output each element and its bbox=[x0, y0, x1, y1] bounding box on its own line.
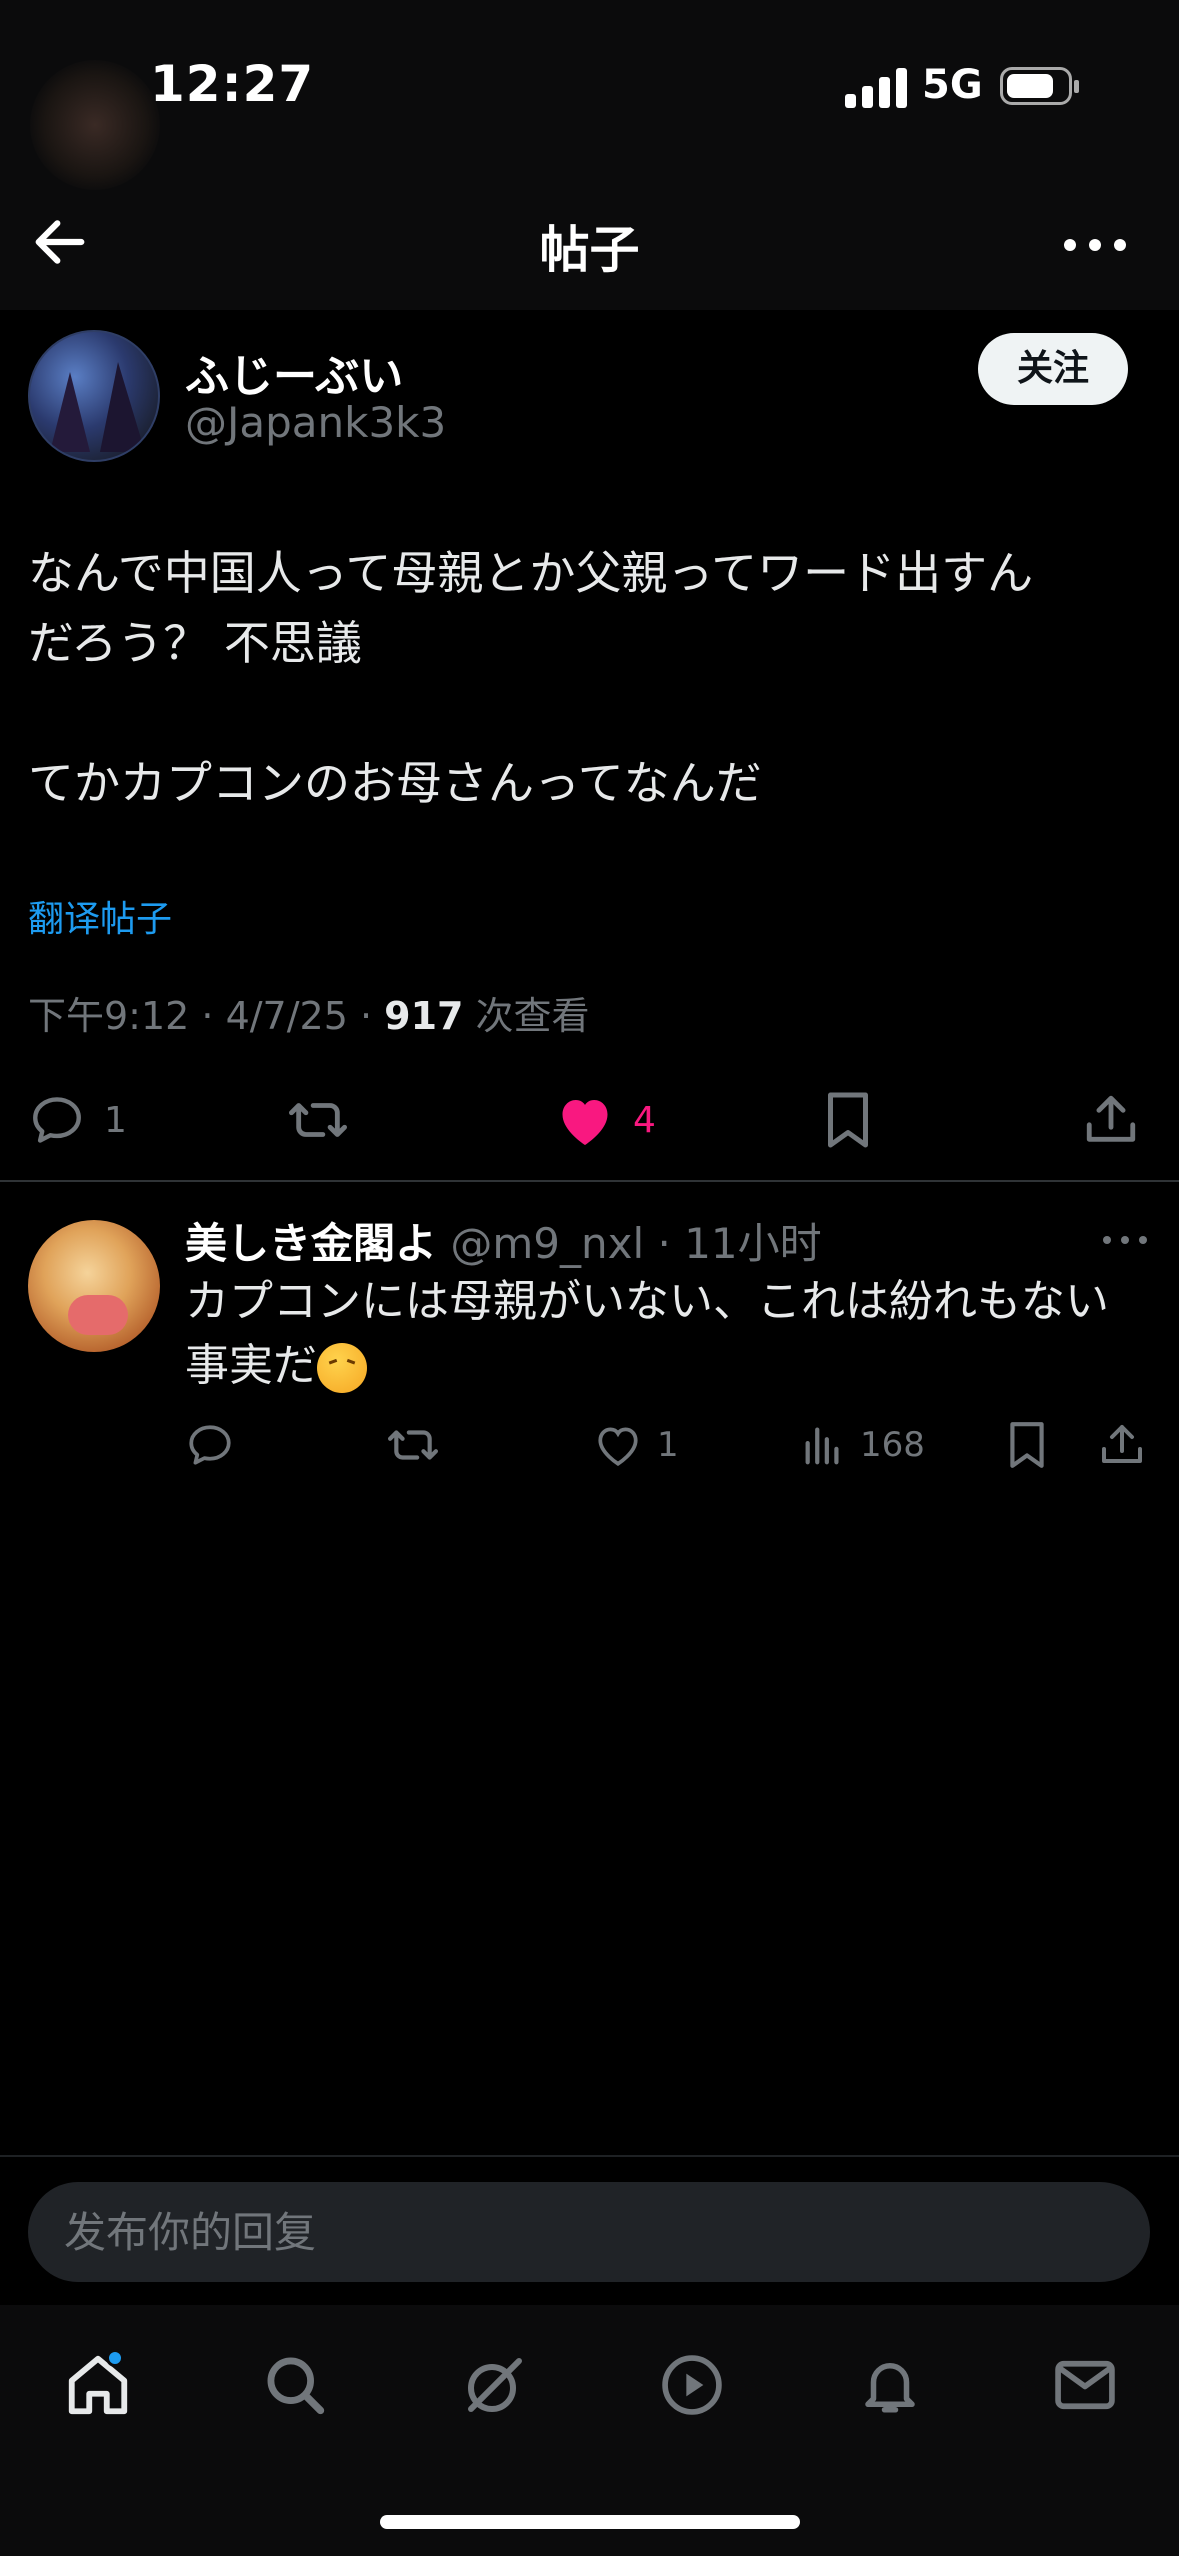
status-time: 12:27 bbox=[150, 55, 315, 113]
repost-icon bbox=[388, 1430, 438, 1460]
post-text-line: てかカプコンのお母さんってなんだ bbox=[28, 756, 762, 810]
author-handle[interactable]: @Japank3k3 bbox=[185, 398, 446, 447]
more-horizontal-icon bbox=[1064, 239, 1126, 251]
post-meta: 下午9:12 · 4/7/25 · 917 次查看 bbox=[28, 985, 590, 1040]
like-count: 4 bbox=[633, 1099, 656, 1141]
battery-icon bbox=[1000, 67, 1079, 105]
translate-post-link[interactable]: 翻译帖子 bbox=[28, 890, 172, 942]
grok-icon bbox=[468, 2358, 522, 2412]
persevering-face-emoji bbox=[317, 1343, 367, 1393]
author-name[interactable]: ふじーぶい bbox=[185, 340, 403, 404]
repost-button[interactable] bbox=[285, 1085, 351, 1155]
background-blur bbox=[30, 60, 160, 190]
author-avatar[interactable] bbox=[28, 330, 160, 462]
signal-icon bbox=[845, 68, 907, 108]
reply-header: 美しき金閣よ @m9_nxl · 11小时 bbox=[185, 1210, 822, 1271]
comment-icon bbox=[33, 1097, 81, 1143]
share-icon bbox=[1086, 1095, 1136, 1142]
follow-button[interactable]: 关注 bbox=[978, 333, 1128, 405]
reply-views-button[interactable]: 168 bbox=[800, 1415, 925, 1475]
nav-search[interactable] bbox=[255, 2345, 335, 2425]
home-indicator bbox=[380, 2515, 800, 2529]
post-text-line: だろう？ 不思議 bbox=[28, 616, 362, 670]
nav-notifications[interactable] bbox=[850, 2345, 930, 2425]
views-label[interactable]: 次查看 bbox=[463, 994, 590, 1038]
reply-like-button[interactable]: 1 bbox=[593, 1415, 679, 1475]
nav-video[interactable] bbox=[652, 2345, 732, 2425]
reply-text: カプコンには母親がいない、これは紛れもない事実だ bbox=[185, 1270, 1145, 1398]
reply-input[interactable] bbox=[28, 2182, 1150, 2282]
divider bbox=[0, 1180, 1179, 1182]
reply-count: 1 bbox=[104, 1099, 127, 1141]
reply-share-button[interactable] bbox=[1098, 1415, 1146, 1475]
nav-grok[interactable] bbox=[455, 2345, 535, 2425]
view-count: 917 bbox=[384, 994, 464, 1038]
post-actions: 1 4 bbox=[0, 1085, 1179, 1155]
like-button[interactable]: 4 bbox=[555, 1085, 656, 1155]
bell-icon bbox=[865, 2363, 915, 2413]
post-text-line: なんで中国人って母親とか父親ってワード出すん bbox=[28, 546, 1034, 600]
reply-actions: 1 168 bbox=[0, 1415, 1179, 1475]
top-bar: 12:27 5G 帖子 bbox=[0, 0, 1179, 310]
play-icon bbox=[662, 2355, 722, 2415]
reply-bookmark-button[interactable] bbox=[1005, 1415, 1049, 1475]
heart-icon bbox=[598, 1427, 638, 1466]
share-icon bbox=[1102, 1425, 1142, 1463]
reply-view-count: 168 bbox=[860, 1425, 925, 1465]
page-title: 帖子 bbox=[539, 221, 640, 279]
bookmark-icon bbox=[828, 1092, 868, 1148]
post-text: なんで中国人って母親とか父親ってワード出すん だろう？ 不思議 てかカプコンのお… bbox=[28, 538, 1158, 818]
search-icon bbox=[267, 2357, 325, 2415]
reply-reply-button[interactable] bbox=[185, 1415, 235, 1475]
bookmark-icon bbox=[1010, 1422, 1044, 1468]
nav-home[interactable] bbox=[58, 2345, 138, 2425]
share-button[interactable] bbox=[1082, 1085, 1140, 1155]
nav-messages[interactable] bbox=[1045, 2345, 1125, 2425]
comment-icon bbox=[189, 1425, 231, 1465]
reply-author-name[interactable]: 美しき金閣よ bbox=[185, 1219, 437, 1268]
reply-author-handle[interactable]: @m9_nxl · 11小时 bbox=[437, 1219, 821, 1268]
reply-author-avatar[interactable] bbox=[28, 1220, 160, 1352]
mail-icon bbox=[1055, 2360, 1115, 2410]
more-horizontal-icon bbox=[1103, 1236, 1147, 1244]
network-type: 5G bbox=[922, 62, 983, 108]
more-options-button[interactable] bbox=[1060, 225, 1130, 265]
bookmark-button[interactable] bbox=[822, 1085, 874, 1155]
bar-chart-icon bbox=[805, 1427, 839, 1465]
reply-more-button[interactable] bbox=[1100, 1225, 1150, 1255]
heart-icon bbox=[562, 1100, 608, 1145]
reply-like-count: 1 bbox=[657, 1425, 679, 1465]
reply-button[interactable]: 1 bbox=[28, 1085, 127, 1155]
notification-dot bbox=[106, 2349, 124, 2367]
repost-icon bbox=[288, 1103, 347, 1137]
reply-repost-button[interactable] bbox=[385, 1415, 441, 1475]
post-timestamp: 下午9:12 · 4/7/25 · bbox=[28, 994, 385, 1038]
